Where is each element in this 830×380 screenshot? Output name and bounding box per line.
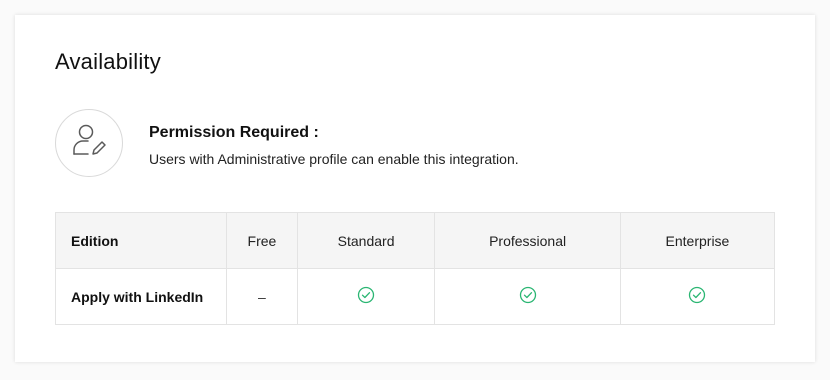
check-circle-icon: [519, 286, 537, 307]
section-title: Availability: [55, 49, 161, 74]
row-feature-label: Apply with LinkedIn: [55, 268, 227, 325]
check-circle-icon: [688, 286, 706, 307]
table-header-row: Edition Free Standard Professional Enter…: [55, 212, 776, 269]
header-free: Free: [226, 212, 298, 269]
table-row: Apply with LinkedIn –: [55, 268, 776, 325]
permission-description: Users with Administrative profile can en…: [149, 151, 519, 167]
cell-free: –: [226, 268, 298, 325]
permission-avatar: [55, 109, 123, 177]
cell-enterprise: [619, 268, 776, 325]
availability-card: Availability Permission Required : Users…: [15, 15, 815, 362]
cell-standard: [296, 268, 436, 325]
header-enterprise: Enterprise: [619, 212, 776, 269]
not-available-dash: –: [258, 288, 266, 305]
cell-professional: [434, 268, 621, 325]
permission-title: Permission Required :: [149, 124, 319, 141]
check-circle-icon: [357, 286, 375, 307]
header-edition-label: Edition: [55, 212, 227, 269]
user-edit-icon: [69, 121, 109, 166]
edition-availability-table: Edition Free Standard Professional Enter…: [55, 212, 776, 325]
header-professional: Professional: [434, 212, 621, 269]
header-standard: Standard: [296, 212, 436, 269]
